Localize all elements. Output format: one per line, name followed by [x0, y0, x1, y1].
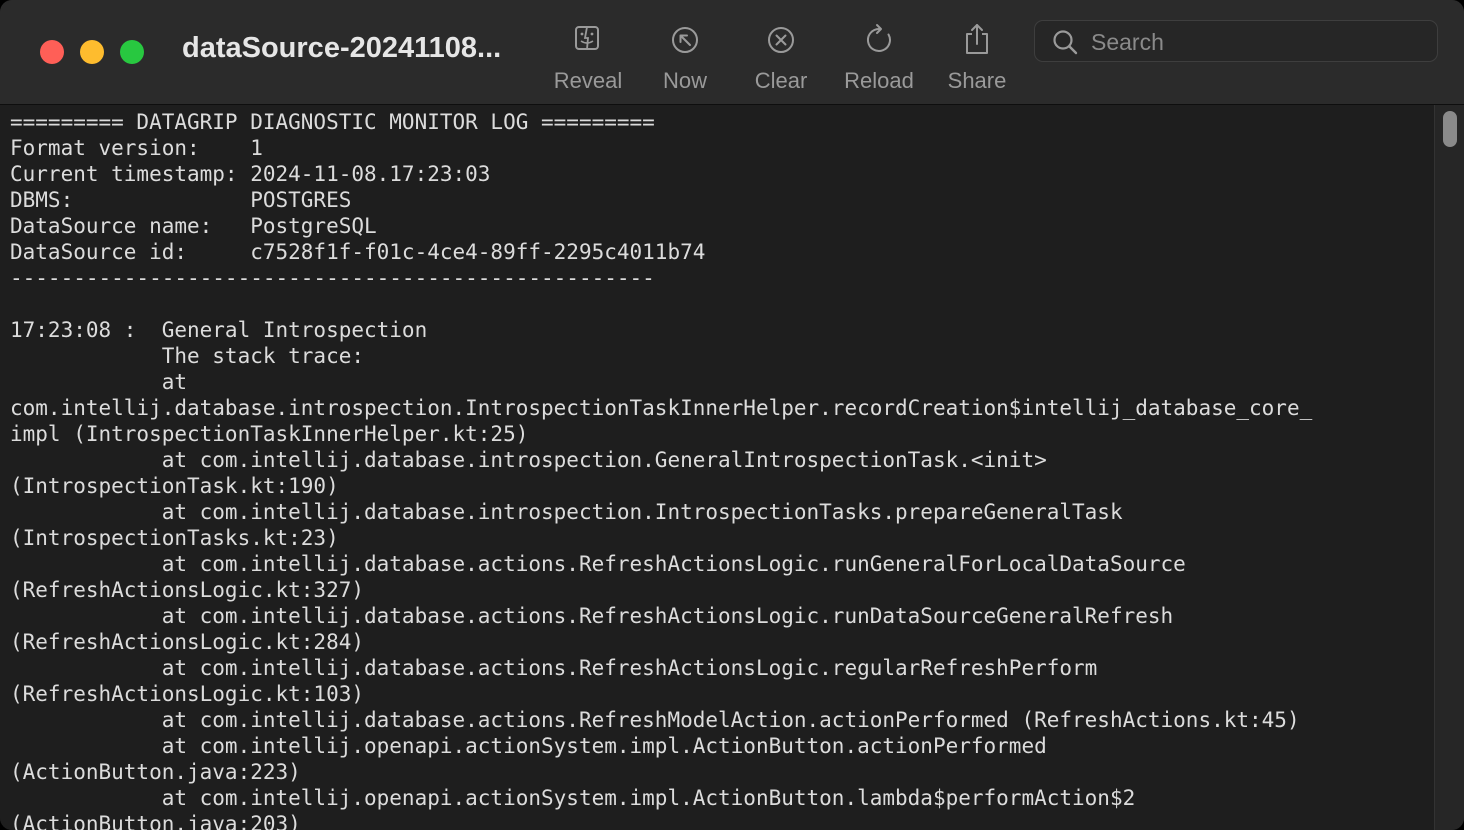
console-window: dataSource-20241108... Reveal Now Clear …	[0, 0, 1464, 830]
log-line: (RefreshActionsLogic.kt:327)	[10, 578, 365, 602]
log-line: Current timestamp: 2024-11-08.17:23:03	[10, 162, 491, 186]
share-icon	[966, 24, 988, 54]
log-line: at com.intellij.openapi.actionSystem.imp…	[10, 734, 1047, 758]
minimize-window-button[interactable]	[80, 40, 104, 64]
log-line: (RefreshActionsLogic.kt:284)	[10, 630, 365, 654]
reveal-button[interactable]: Reveal	[538, 22, 638, 100]
log-line: (IntrospectionTasks.kt:23)	[10, 526, 339, 550]
reload-label: Reload	[844, 68, 914, 93]
now-label: Now	[662, 68, 707, 93]
log-line: at com.intellij.database.actions.Refresh…	[10, 656, 1098, 680]
share-label: Share	[947, 68, 1007, 93]
log-line: 17:23:08 : General Introspection	[10, 318, 428, 342]
log-line: (RefreshActionsLogic.kt:103)	[10, 682, 365, 706]
reload-icon	[867, 24, 891, 52]
log-line: ----------------------------------------…	[10, 266, 655, 290]
log-content[interactable]: ========= DATAGRIP DIAGNOSTIC MONITOR LO…	[0, 105, 1434, 830]
close-window-button[interactable]	[40, 40, 64, 64]
log-line: (IntrospectionTask.kt:190)	[10, 474, 339, 498]
arrow-up-left-circle-icon	[672, 27, 698, 53]
reload-button[interactable]: Reload	[829, 22, 929, 100]
log-line: at com.intellij.database.actions.Refresh…	[10, 552, 1186, 576]
clear-label: Clear	[754, 68, 808, 93]
log-line: (ActionButton.java:203)	[10, 812, 301, 830]
log-line: at com.intellij.database.actions.Refresh…	[10, 604, 1174, 628]
search-icon	[1053, 30, 1078, 55]
log-line: at com.intellij.database.introspection.I…	[10, 500, 1123, 524]
log-line: Format version: 1	[10, 136, 263, 160]
log-line: DataSource name: PostgreSQL	[10, 214, 377, 238]
now-button[interactable]: Now	[635, 22, 735, 100]
share-button[interactable]: Share	[927, 22, 1027, 100]
log-line: at com.intellij.database.introspection.G…	[10, 448, 1047, 472]
log-line: (ActionButton.java:223)	[10, 760, 301, 784]
vertical-scrollbar[interactable]	[1434, 105, 1464, 830]
log-line: ========= DATAGRIP DIAGNOSTIC MONITOR LO…	[10, 110, 655, 134]
log-line: at com.intellij.openapi.actionSystem.imp…	[10, 786, 1136, 810]
log-line: The stack trace:	[10, 344, 365, 368]
log-line: DataSource id: c7528f1f-f01c-4ce4-89ff-2…	[10, 240, 706, 264]
search-field[interactable]	[1034, 20, 1438, 62]
log-line: DBMS: POSTGRES	[10, 188, 352, 212]
scrollbar-thumb[interactable]	[1443, 111, 1457, 147]
log-line: at com.intellij.database.actions.Refresh…	[10, 708, 1300, 732]
finder-icon	[575, 26, 599, 50]
title-bar: dataSource-20241108... Reveal Now Clear …	[0, 0, 1464, 105]
zoom-window-button[interactable]	[120, 40, 144, 64]
window-title: dataSource-20241108...	[182, 32, 502, 64]
log-line: com.intellij.database.introspection.Intr…	[10, 396, 1313, 420]
search-input[interactable]	[1089, 25, 1423, 59]
log-line: impl (IntrospectionTaskInnerHelper.kt:25…	[10, 422, 529, 446]
log-text: ========= DATAGRIP DIAGNOSTIC MONITOR LO…	[0, 105, 1434, 830]
reveal-label: Reveal	[553, 68, 623, 93]
x-circle-icon	[768, 27, 794, 53]
log-line: at	[10, 370, 188, 394]
clear-button[interactable]: Clear	[731, 22, 831, 100]
